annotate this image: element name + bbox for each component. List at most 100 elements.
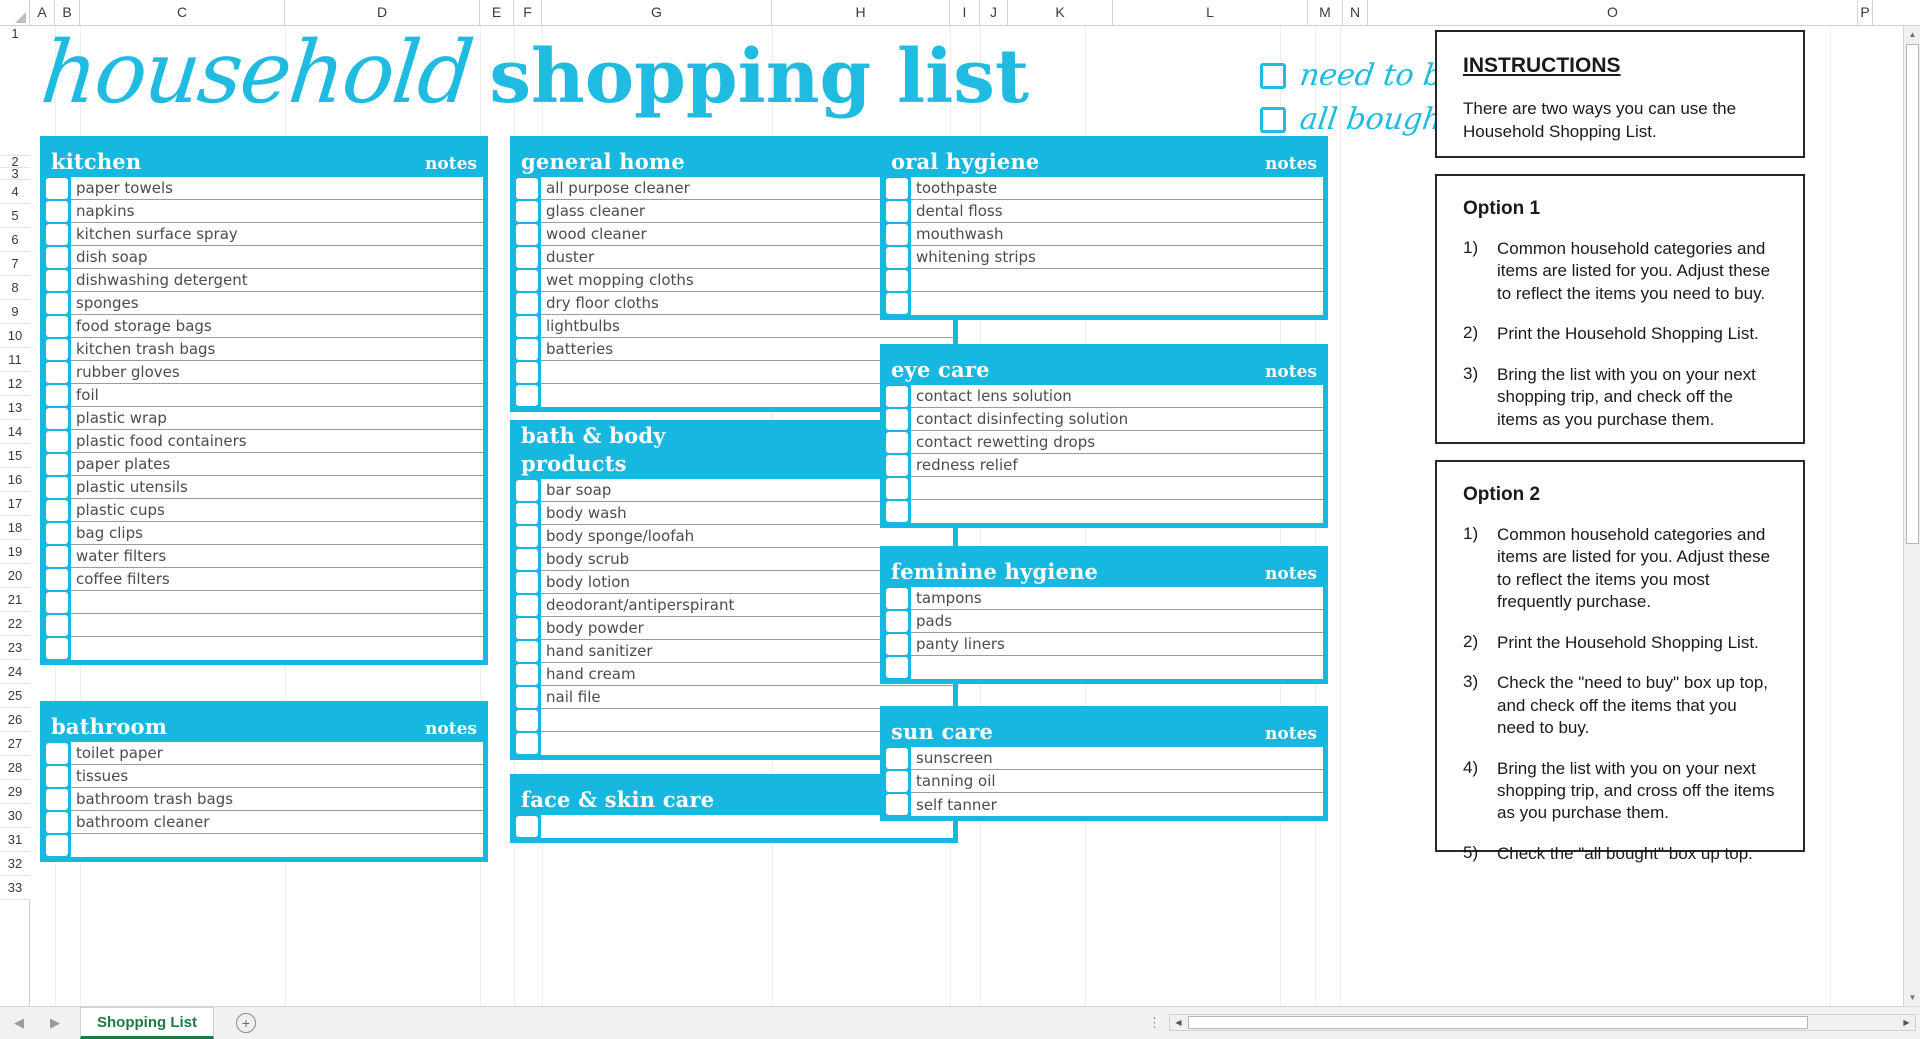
column-header-c[interactable]: C xyxy=(80,0,285,25)
item-checkbox[interactable] xyxy=(886,201,908,222)
item-checkbox[interactable] xyxy=(46,454,68,475)
item-checkbox[interactable] xyxy=(46,766,68,787)
vertical-scrollbar[interactable]: ▲ ▼ xyxy=(1903,26,1920,1006)
item-label[interactable]: dental floss xyxy=(911,200,1323,223)
split-handle-icon[interactable]: ⋮ xyxy=(1140,1015,1169,1031)
item-checkbox[interactable] xyxy=(886,178,908,199)
row-header-5[interactable]: 5 xyxy=(0,204,30,228)
row-header-27[interactable]: 27 xyxy=(0,732,30,756)
checkbox-all-bought[interactable] xyxy=(1260,107,1286,133)
column-header-j[interactable]: J xyxy=(980,0,1008,25)
item-checkbox[interactable] xyxy=(516,710,538,731)
row-header-26[interactable]: 26 xyxy=(0,708,30,732)
item-label[interactable]: self tanner xyxy=(911,793,1323,816)
hscroll-right-icon[interactable]: ▶ xyxy=(1898,1015,1915,1030)
column-header-a[interactable]: A xyxy=(30,0,55,25)
column-header-f[interactable]: F xyxy=(514,0,542,25)
column-header-e[interactable]: E xyxy=(480,0,514,25)
item-checkbox[interactable] xyxy=(46,812,68,833)
item-checkbox[interactable] xyxy=(46,270,68,291)
row-header-33[interactable]: 33 xyxy=(0,876,30,900)
item-checkbox[interactable] xyxy=(516,385,538,406)
item-checkbox[interactable] xyxy=(46,523,68,544)
item-checkbox[interactable] xyxy=(516,293,538,314)
item-checkbox[interactable] xyxy=(516,816,538,837)
item-label[interactable]: coffee filters xyxy=(71,568,483,591)
item-label[interactable]: toothpaste xyxy=(911,177,1323,200)
item-checkbox[interactable] xyxy=(46,546,68,567)
item-checkbox[interactable] xyxy=(516,595,538,616)
item-checkbox[interactable] xyxy=(886,224,908,245)
item-label[interactable]: sunscreen xyxy=(911,747,1323,770)
item-checkbox[interactable] xyxy=(516,618,538,639)
item-label[interactable] xyxy=(911,477,1323,500)
row-header-15[interactable]: 15 xyxy=(0,444,30,468)
item-checkbox[interactable] xyxy=(46,743,68,764)
horizontal-scroll-thumb[interactable] xyxy=(1188,1016,1808,1029)
item-checkbox[interactable] xyxy=(886,432,908,453)
item-label[interactable]: plastic wrap xyxy=(71,407,483,430)
item-checkbox[interactable] xyxy=(886,409,908,430)
item-checkbox[interactable] xyxy=(46,201,68,222)
item-checkbox[interactable] xyxy=(46,316,68,337)
item-label[interactable]: tanning oil xyxy=(911,770,1323,793)
item-checkbox[interactable] xyxy=(516,224,538,245)
column-header-m[interactable]: M xyxy=(1308,0,1343,25)
item-label[interactable]: dishwashing detergent xyxy=(71,269,483,292)
item-checkbox[interactable] xyxy=(516,641,538,662)
item-label[interactable]: contact disinfecting solution xyxy=(911,408,1323,431)
scroll-up-icon[interactable]: ▲ xyxy=(1904,26,1920,43)
row-header-7[interactable]: 7 xyxy=(0,252,30,276)
item-label[interactable]: bathroom cleaner xyxy=(71,811,483,834)
sheet-prev-icon[interactable]: ◀ xyxy=(10,1015,28,1031)
item-checkbox[interactable] xyxy=(516,362,538,383)
item-label[interactable]: rubber gloves xyxy=(71,361,483,384)
item-checkbox[interactable] xyxy=(516,526,538,547)
item-checkbox[interactable] xyxy=(516,503,538,524)
hscroll-left-icon[interactable]: ◀ xyxy=(1170,1015,1187,1030)
row-header-13[interactable]: 13 xyxy=(0,396,30,420)
row-header-31[interactable]: 31 xyxy=(0,828,30,852)
row-header-10[interactable]: 10 xyxy=(0,324,30,348)
row-header-2[interactable]: 2 xyxy=(0,156,30,168)
item-checkbox[interactable] xyxy=(886,293,908,314)
item-label[interactable]: redness relief xyxy=(911,454,1323,477)
column-header-p[interactable]: P xyxy=(1858,0,1873,25)
item-checkbox[interactable] xyxy=(46,835,68,856)
column-header-n[interactable]: N xyxy=(1343,0,1368,25)
item-checkbox[interactable] xyxy=(886,270,908,291)
item-checkbox[interactable] xyxy=(46,385,68,406)
item-label[interactable]: pads xyxy=(911,610,1323,633)
item-checkbox[interactable] xyxy=(516,247,538,268)
horizontal-scrollbar[interactable]: ◀ ▶ xyxy=(1169,1014,1916,1031)
item-checkbox[interactable] xyxy=(46,500,68,521)
row-header-12[interactable]: 12 xyxy=(0,372,30,396)
item-label[interactable]: foil xyxy=(71,384,483,407)
item-label[interactable]: kitchen surface spray xyxy=(71,223,483,246)
item-label[interactable]: whitening strips xyxy=(911,246,1323,269)
item-checkbox[interactable] xyxy=(886,771,908,792)
row-header-9[interactable]: 9 xyxy=(0,300,30,324)
item-checkbox[interactable] xyxy=(516,687,538,708)
item-label[interactable]: sponges xyxy=(71,292,483,315)
row-header-11[interactable]: 11 xyxy=(0,348,30,372)
row-header-22[interactable]: 22 xyxy=(0,612,30,636)
item-checkbox[interactable] xyxy=(886,501,908,522)
item-checkbox[interactable] xyxy=(516,178,538,199)
column-header-i[interactable]: I xyxy=(950,0,980,25)
column-header-b[interactable]: B xyxy=(55,0,80,25)
select-all-corner[interactable] xyxy=(0,0,30,25)
item-checkbox[interactable] xyxy=(46,339,68,360)
column-header-k[interactable]: K xyxy=(1008,0,1113,25)
row-header-32[interactable]: 32 xyxy=(0,852,30,876)
item-label[interactable]: paper plates xyxy=(71,453,483,476)
item-checkbox[interactable] xyxy=(886,247,908,268)
row-header-16[interactable]: 16 xyxy=(0,468,30,492)
item-checkbox[interactable] xyxy=(886,478,908,499)
item-label[interactable]: bathroom trash bags xyxy=(71,788,483,811)
item-checkbox[interactable] xyxy=(46,592,68,613)
item-checkbox[interactable] xyxy=(886,634,908,655)
item-checkbox[interactable] xyxy=(516,339,538,360)
row-header-17[interactable]: 17 xyxy=(0,492,30,516)
item-checkbox[interactable] xyxy=(46,638,68,659)
